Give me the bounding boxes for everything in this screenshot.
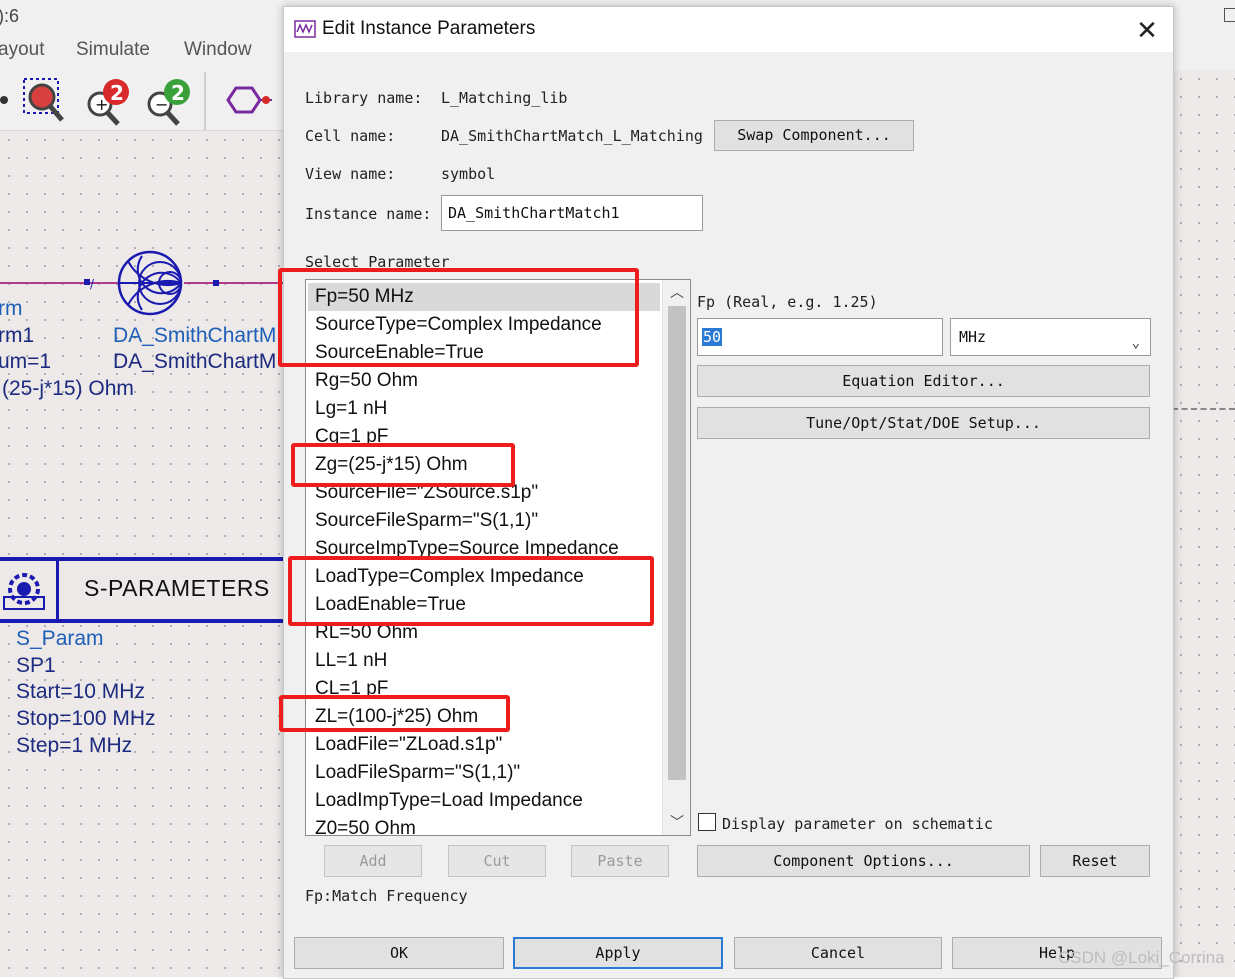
menu-layout[interactable]: ayout (0, 39, 44, 61)
instance-name-input[interactable]: DA_SmithChartMatch1 (441, 195, 703, 231)
dialog-app-icon (294, 20, 316, 38)
term-label: rm (0, 297, 23, 320)
reset-button[interactable]: Reset (1040, 845, 1150, 877)
toolbar: + 2 − 2 (0, 70, 290, 131)
svg-text:2: 2 (110, 81, 124, 105)
restore-icon[interactable] (1224, 8, 1235, 22)
smith-instance-label: DA_SmithChartM (113, 324, 277, 347)
parameter-value-selection: 50 (702, 328, 723, 346)
toolbar-icons: + 2 − 2 (0, 78, 272, 126)
param-item-rl[interactable]: RL=50 Ohm (315, 619, 418, 647)
term-impedance: (25-j*15) Ohm (2, 377, 134, 400)
param-item-sourcefilesparm[interactable]: SourceFileSparm="S(1,1)" (315, 507, 538, 535)
close-icon[interactable]: ✕ (1132, 15, 1162, 45)
param-item-loadenable[interactable]: LoadEnable=True (315, 591, 466, 619)
param-item-loadimptype[interactable]: LoadImpType=Load Impedance (315, 787, 583, 815)
swap-component-button[interactable]: Swap Component... (714, 120, 914, 151)
param-item-z0[interactable]: Z0=50 Ohm (315, 815, 416, 835)
sparam-stop: Stop=100 MHz (16, 707, 156, 730)
select-parameter-label: Select Parameter (305, 253, 450, 271)
toolbar-separator (204, 72, 206, 130)
library-name-value: L_Matching_lib (441, 89, 568, 107)
add-button[interactable]: Add (324, 845, 422, 877)
param-item-sourceenable[interactable]: SourceEnable=True (315, 339, 484, 367)
term-name: rm1 (0, 324, 35, 347)
equation-editor-button[interactable]: Equation Editor... (697, 365, 1150, 397)
cancel-button[interactable]: Cancel (734, 937, 942, 969)
parameter-list-scrollbar[interactable]: ︿ ﹀ (662, 280, 690, 835)
library-name-label: Library name: (305, 89, 423, 107)
instance-name-label: Instance name: (305, 205, 432, 223)
sparameters-block[interactable]: S-PARAMETERS (0, 557, 283, 623)
sparam-divider (56, 561, 59, 619)
tune-opt-stat-doe-button[interactable]: Tune/Opt/Stat/DOE Setup... (697, 407, 1150, 439)
view-name-label: View name: (305, 165, 396, 183)
edit-instance-parameters-dialog: Edit Instance Parameters ✕ Library name:… (278, 6, 1174, 979)
display-parameter-label: Display parameter on schematic (722, 815, 993, 833)
parameter-hint: Fp (Real, e.g. 1.25) (697, 293, 878, 311)
schematic-canvas-right[interactable] (1172, 70, 1235, 977)
window-title: ):6 (0, 6, 20, 26)
term-num: um=1 (0, 350, 52, 373)
sparam-gear-icon (3, 573, 45, 610)
sparam-name: SP1 (16, 654, 56, 677)
unit-select-value: MHz (959, 328, 987, 346)
svg-text:2: 2 (171, 81, 185, 105)
param-item-sourceimptype[interactable]: SourceImpType=Source Impedance (315, 535, 619, 563)
component-options-button[interactable]: Component Options... (697, 845, 1030, 877)
param-item-loadfilesparm[interactable]: LoadFileSparm="S(1,1)" (315, 759, 520, 787)
svg-text:/: / (90, 277, 95, 291)
scroll-down-icon[interactable]: ﹀ (663, 810, 690, 834)
ok-button[interactable]: OK (294, 937, 504, 969)
param-item-sourcefile[interactable]: SourceFile="ZSource.s1p" (315, 479, 538, 507)
sparam-type: S_Param (16, 627, 104, 650)
param-item-sourcetype[interactable]: SourceType=Complex Impedance (315, 311, 602, 339)
sparam-step: Step=1 MHz (16, 734, 133, 757)
param-item-loadfile[interactable]: LoadFile="ZLoad.s1p" (315, 731, 502, 759)
sparam-start: Start=10 MHz (16, 680, 145, 703)
component-hexagon-icon (226, 86, 272, 114)
param-item-zg[interactable]: Zg=(25-j*15) Ohm (315, 451, 468, 479)
menu-window[interactable]: Window (184, 39, 252, 61)
display-parameter-checkbox[interactable] (698, 813, 716, 831)
dialog-titlebar[interactable]: Edit Instance Parameters ✕ (284, 7, 1173, 52)
chevron-down-icon: ⌄ (1131, 335, 1140, 351)
param-item-cg[interactable]: Cg=1 pF (315, 423, 388, 451)
parameter-description: Fp:Match Frequency (305, 887, 468, 905)
smith-chart-symbol-icon[interactable]: / (80, 248, 290, 320)
arrow-icon (0, 96, 8, 104)
sparam-title: S-PARAMETERS (84, 575, 270, 601)
param-item-cl[interactable]: CL=1 pF (315, 675, 388, 703)
zoom-out-icon: − 2 (147, 79, 190, 126)
unit-select[interactable]: MHz ⌄ (950, 318, 1151, 356)
menu-simulate[interactable]: Simulate (76, 39, 150, 61)
param-item-fp[interactable]: Fp=50 MHz (315, 283, 414, 311)
paste-button[interactable]: Paste (571, 845, 669, 877)
apply-button[interactable]: Apply (513, 937, 723, 969)
parameter-value-input[interactable]: 50 (697, 318, 943, 356)
dashed-line (1172, 408, 1235, 410)
param-item-lg[interactable]: Lg=1 nH (315, 395, 387, 423)
parameter-list[interactable]: Fp=50 MHz SourceType=Complex Impedance S… (305, 279, 691, 836)
param-item-ll[interactable]: LL=1 nH (315, 647, 387, 675)
view-name-value: symbol (441, 165, 496, 183)
param-item-loadtype[interactable]: LoadType=Complex Impedance (315, 563, 584, 591)
smith-instance-name: DA_SmithChartM (113, 350, 277, 373)
watermark: CSDN @Loki_Corrina (1058, 948, 1225, 967)
zoom-in-icon: + 2 (87, 79, 129, 126)
zoom-area-icon (23, 78, 64, 122)
dialog-title: Edit Instance Parameters (322, 18, 536, 39)
param-item-zl[interactable]: ZL=(100-j*25) Ohm (315, 703, 478, 731)
scroll-up-icon[interactable]: ︿ (663, 280, 690, 304)
scrollbar-thumb[interactable] (668, 306, 686, 780)
cut-button[interactable]: Cut (448, 845, 546, 877)
param-item-rg[interactable]: Rg=50 Ohm (315, 367, 418, 395)
cell-name-label: Cell name: (305, 127, 396, 145)
cell-name-value: DA_SmithChartMatch_L_Matching (441, 127, 703, 145)
